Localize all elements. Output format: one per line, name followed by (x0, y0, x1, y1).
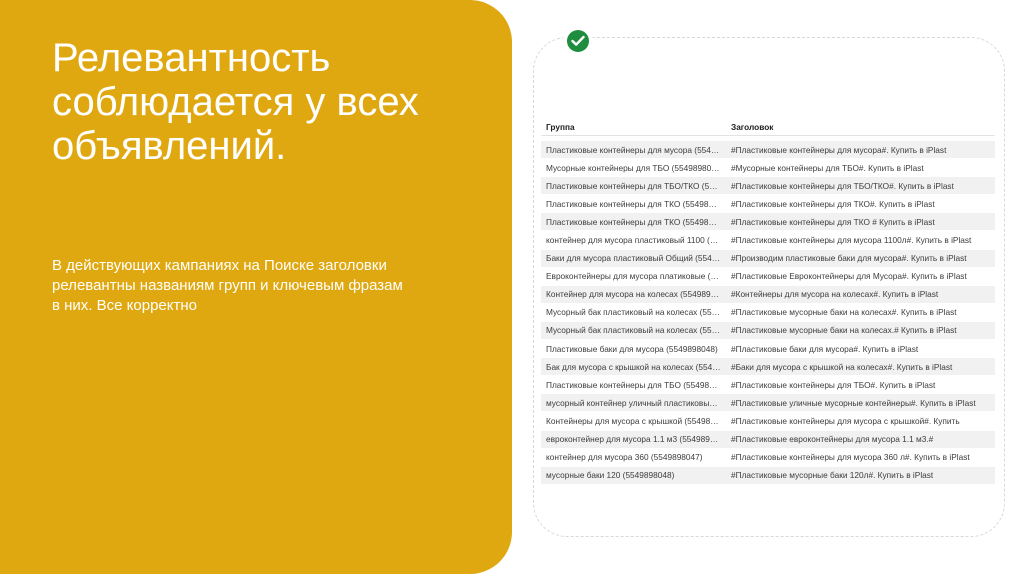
group-cell: Мусорный бак пластиковый на колесах (554… (546, 307, 727, 318)
group-cell: Пластиковые контейнеры для мусора (55498… (546, 144, 727, 155)
group-cell: контейнер для мусора 360 (5549898047) (546, 452, 703, 463)
slide-title-line: Релевантность (52, 36, 331, 80)
group-cell: Евроконтейнеры для мусора платиковые (55… (546, 271, 727, 282)
group-cell: мусорный контейнер уличный пластиковый (… (546, 397, 727, 408)
table-row: Пластиковые контейнеры для ТБО/ТКО (5549… (541, 177, 995, 195)
headline-cell: #Пластиковые контейнеры для ТКО # Купить… (731, 216, 935, 227)
table-row: Контейнер для мусора на колесах (5549898… (541, 285, 995, 303)
column-header-title: Заголовок (731, 121, 774, 132)
table-row: Евроконтейнеры для мусора платиковые (55… (541, 268, 995, 285)
headline-cell: #Пластиковые контейнеры для мусора#. Куп… (731, 144, 947, 155)
headline-cell: #Пластиковые контейнеры для мусора 360 л… (731, 452, 970, 463)
group-cell: Контейнеры для мусора с крышкой (5549898… (546, 415, 727, 426)
table-row: евроконтейнер для мусора 1.1 м3 (5549898… (541, 430, 995, 448)
group-cell: Пластиковые контейнеры для ТБО (55498980… (546, 379, 727, 390)
check-badge (563, 26, 593, 56)
headline-cell: #Пластиковые евроконтейнеры для мусора 1… (731, 434, 934, 444)
table-row: контейнер для мусора 360 (5549898047) #Пл… (541, 449, 995, 466)
table-row: Пластиковые баки для мусора (5549898048)… (541, 340, 995, 357)
headline-cell: #Мусорные контейнеры для ТБО#. Купить в … (731, 162, 924, 173)
table-row: Пластиковые контейнеры для ТКО (55498980… (541, 195, 995, 212)
group-cell: Пластиковые контейнеры для ТБО/ТКО (5549… (546, 180, 727, 191)
group-cell: Пластиковые баки для мусора (5549898048) (546, 343, 718, 354)
headline-cell: #Пластиковые мусорные баки 120л#. Купить… (731, 470, 934, 481)
headline-cell: #Баки для мусора с крышкой на колесах#. … (731, 361, 953, 372)
group-cell: Мусорный бак пластиковый на колесах (554… (546, 325, 727, 336)
slide-title-line: соблюдается у всех (52, 80, 419, 124)
headline-cell: #Пластиковые контейнеры для ТКО#. Купить… (731, 198, 935, 209)
table-row: контейнер для мусора пластиковый 1100 (5… (541, 231, 995, 248)
table-row: Мусорный бак пластиковый на колесах (554… (541, 321, 995, 339)
headline-cell: #Производим пластиковые баки для мусора#… (731, 253, 967, 264)
table-row: Пластиковые контейнеры для ТБО (55498980… (541, 376, 995, 393)
headline-cell: #Контейнеры для мусора на колесах#. Купи… (731, 289, 939, 300)
headline-cell: #Пластиковые уличные мусорные контейнеры… (731, 397, 976, 408)
headline-cell: #Пластиковые баки для мусора#. Купить в … (731, 343, 919, 354)
slide-body-text: В действующих кампаниях на Поиске заголо… (52, 257, 403, 314)
slide-title: Релевантность соблюдается у всех объявле… (52, 36, 492, 168)
group-cell: мусорные баки 120 (5549898048) (546, 470, 675, 481)
table-row: Пластиковые контейнеры для мусора (55498… (541, 141, 995, 158)
headline-cell: #Пластиковые контейнеры для ТБО#. Купить… (731, 379, 936, 390)
table-row: мусорные баки 120 (5549898048) #Пластиков… (541, 466, 995, 484)
headline-cell: #Пластиковые Евроконтейнеры для Мусора#.… (731, 271, 967, 282)
table-row: мусорный контейнер уличный пластиковый (… (541, 394, 995, 412)
group-cell: Бак для мусора с крышкой на колесах (554… (546, 361, 727, 372)
check-mark-glyph (571, 35, 585, 46)
table-row: Бак для мусора с крышкой на колесах (554… (541, 358, 995, 376)
group-cell: контейнер для мусора пластиковый 1100 (5… (546, 234, 727, 245)
column-header-group: Группа (546, 121, 575, 132)
group-cell: Мусорные контейнеры для ТБО (5549898048) (546, 162, 724, 173)
group-cell: Баки для мусора пластиковый Общий (55498… (546, 253, 727, 264)
table-row: Баки для мусора пластиковый Общий (55498… (541, 249, 995, 267)
table-row: Мусорные контейнеры для ТБО (5549898048)… (541, 159, 995, 176)
table-row: Мусорный бак пластиковый на колесах (554… (541, 304, 995, 321)
headline-cell: #Пластиковые контейнеры для ТБО/ТКО#. Ку… (731, 180, 954, 191)
slide-title-line: объявлений. (52, 124, 287, 168)
headline-cell: #Пластиковые мусорные баки на колесах#. … (731, 307, 957, 318)
headline-cell: #Пластиковые контейнеры для мусора 1100л… (731, 234, 972, 245)
group-cell: Пластиковые контейнеры для ТКО (55498980… (546, 216, 727, 227)
table-header: Группа Заголовок (541, 118, 995, 136)
headline-cell: #Пластиковые контейнеры для мусора с кры… (731, 415, 960, 426)
group-cell: Пластиковые контейнеры для ТКО (55498980… (546, 198, 727, 209)
table-row: Пластиковые контейнеры для ТКО (55498980… (541, 213, 995, 231)
headline-cell: #Пластиковые мусорные баки на колесах.# … (731, 325, 957, 336)
group-cell: Контейнер для мусора на колесах (5549898… (546, 289, 727, 300)
ads-table: Группа Заголовок Пластиковые контейнеры … (541, 118, 995, 485)
table-body: Пластиковые контейнеры для мусора (55498… (541, 141, 995, 484)
group-cell: евроконтейнер для мусора 1.1 м3 (5549898… (546, 434, 727, 444)
table-row: Контейнеры для мусора с крышкой (5549898… (541, 412, 995, 429)
